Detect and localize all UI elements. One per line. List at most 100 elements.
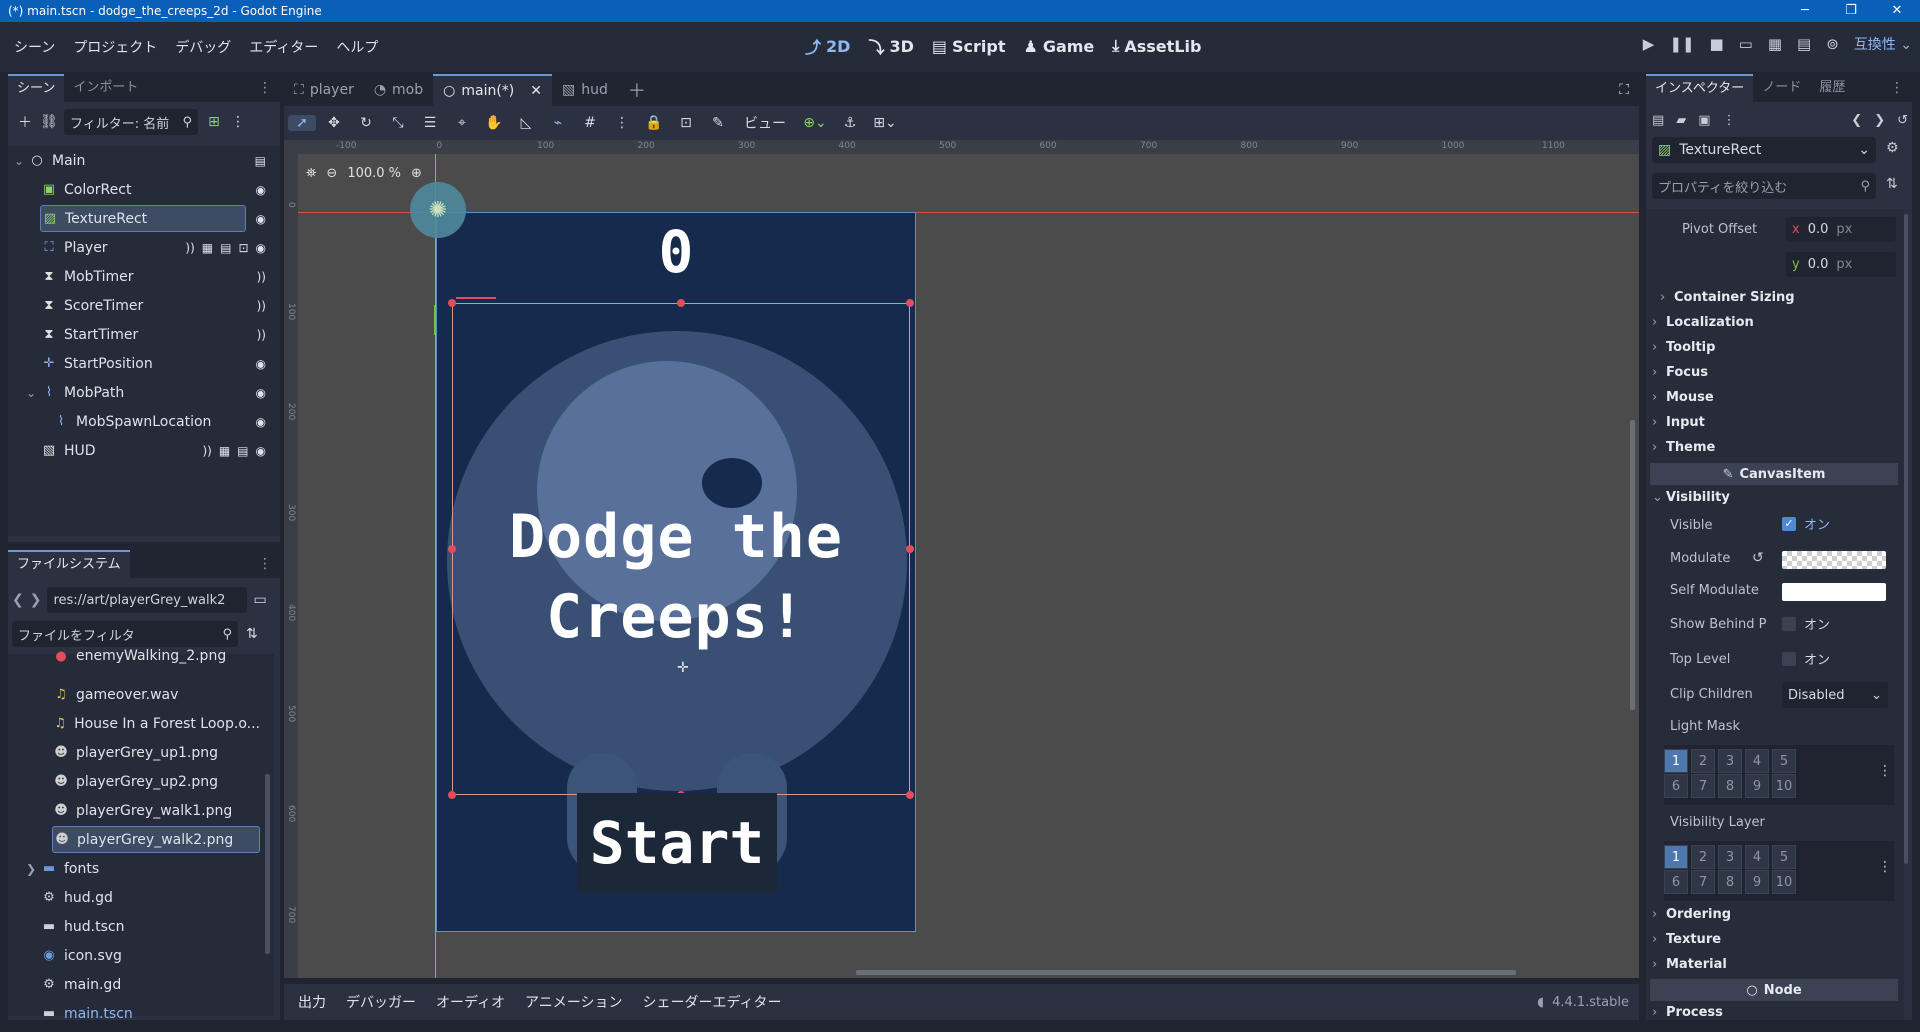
kebab-icon[interactable]: ⋮	[230, 114, 246, 130]
fs-item[interactable]: ◉ icon.svg	[26, 942, 260, 969]
inspector-section-ordering[interactable]: › Ordering	[1652, 902, 1920, 927]
layer-bit-cell[interactable]: 10	[1772, 774, 1796, 798]
x-gizmo-arrow[interactable]	[456, 297, 496, 299]
tab-mob[interactable]: ◔ mob	[364, 82, 433, 98]
layer-bit-cell[interactable]: 6	[1664, 774, 1688, 798]
canvas-viewport[interactable]: ⛯ ⊖ 100.0 % ⊕ ✺ 0 Dodge the Creeps! ✛ St…	[284, 140, 1639, 978]
forward-icon[interactable]: ❯	[1874, 113, 1885, 128]
scene-tree-item-mobspawnlocation[interactable]: ⌇ MobSpawnLocation	[14, 408, 276, 435]
start-button[interactable]: Start	[577, 793, 777, 893]
sort-icon[interactable]: ⇅	[246, 626, 258, 642]
anchor-icon[interactable]: ⚓	[836, 115, 864, 131]
fs-item[interactable]: ⚙ hud.gd	[26, 884, 260, 911]
scale-tool-icon[interactable]: ⤡	[384, 115, 412, 131]
inspector-section-process[interactable]: › Process	[1652, 1002, 1920, 1022]
menu-editor[interactable]: エディター	[240, 37, 327, 57]
layer-bit-cell[interactable]: 4	[1745, 749, 1769, 773]
inspector-section-mouse[interactable]: › Mouse	[1652, 385, 1920, 410]
tab-main[interactable]: ○ main(*) ✕	[433, 74, 552, 106]
viewport-hscrollbar[interactable]	[856, 970, 1516, 975]
layer-bit-cell[interactable]: 3	[1718, 845, 1742, 869]
chevron-down-icon[interactable]: ⌄	[14, 154, 28, 168]
self-modulate-color-swatch[interactable]	[1782, 583, 1886, 601]
selection-handle[interactable]	[448, 791, 456, 799]
group-icon[interactable]: ⊡	[672, 115, 700, 131]
view-menu[interactable]: ビュー	[736, 113, 794, 133]
fs-path-input[interactable]: res://art/playerGrey_walk2	[47, 587, 248, 613]
scene-filter-input[interactable]: フィルター: 名前 ⚲	[64, 109, 198, 135]
tab-import[interactable]: インポート	[64, 74, 147, 102]
scene-tree-item-main[interactable]: ⌄ ○ Main	[14, 147, 276, 174]
history-icon[interactable]: ↺	[1897, 113, 1908, 128]
modulate-color-swatch[interactable]	[1782, 551, 1886, 569]
back-icon[interactable]: ❮	[1851, 113, 1862, 128]
list-select-icon[interactable]: ☰	[416, 115, 444, 131]
fs-item[interactable]: ♫ House In a Forest Loop.o...	[52, 710, 260, 737]
visibility-icon[interactable]: ◉	[256, 183, 266, 197]
inspector-section-focus[interactable]: › Focus	[1652, 360, 1920, 385]
workspace-script[interactable]: ▤ Script	[932, 34, 1006, 58]
scene-icon[interactable]: ▦	[219, 444, 230, 458]
viewport-vscrollbar[interactable]	[1630, 420, 1635, 710]
scene-icon[interactable]: ▦	[202, 241, 213, 255]
smart-snap-icon[interactable]: ⌁	[544, 115, 572, 131]
fs-scrollbar[interactable]	[265, 774, 270, 954]
signal-icon[interactable]: ))	[185, 241, 194, 255]
layer-bit-cell[interactable]: 2	[1691, 845, 1715, 869]
menu-debug[interactable]: デバッグ	[166, 37, 240, 57]
tab-filesystem[interactable]: ファイルシステム	[8, 550, 130, 578]
stop-icon[interactable]: ■	[1709, 35, 1723, 53]
fs-filter-input[interactable]: ファイルをフィルタ ⚲	[12, 621, 238, 647]
menu-scene[interactable]: シーン	[5, 37, 64, 57]
layer-bit-cell[interactable]: 9	[1745, 870, 1769, 894]
layer-bit-cell[interactable]: 9	[1745, 774, 1769, 798]
remote-debug-icon[interactable]: ▭	[1739, 35, 1753, 53]
selection-handle[interactable]	[677, 299, 685, 307]
tab-player[interactable]: ⛶ player	[284, 82, 364, 98]
visibility-icon[interactable]: ◉	[256, 212, 266, 226]
kebab-icon[interactable]: ⋮	[1878, 859, 1892, 875]
kebab-icon[interactable]: ⋮	[1878, 763, 1892, 779]
signal-icon[interactable]: ))	[257, 299, 266, 313]
play-icon[interactable]: ▶	[1643, 35, 1655, 53]
layer-bit-cell[interactable]: 7	[1691, 870, 1715, 894]
script-icon[interactable]: ▤	[255, 154, 266, 168]
close-icon[interactable]: ✕	[530, 83, 542, 99]
scene-tree-item-colorrect[interactable]: ▣ ColorRect	[14, 176, 276, 203]
add-tab-icon[interactable]: ＋	[618, 77, 656, 103]
center-view-icon[interactable]: ⛯	[306, 166, 316, 181]
pivot-x-field[interactable]: x 0.0 px	[1786, 217, 1896, 242]
show-behind-checkbox[interactable]: オン	[1782, 614, 1830, 633]
layer-bit-cell[interactable]: 7	[1691, 774, 1715, 798]
pivot-y-field[interactable]: y 0.0 px	[1786, 252, 1896, 277]
attach-script-icon[interactable]: ⊞	[204, 114, 224, 130]
property-options-icon[interactable]: ⇅	[1886, 176, 1898, 192]
minimize-button[interactable]: ─	[1782, 0, 1828, 22]
kebab-icon[interactable]: ⋮	[258, 80, 272, 96]
tab-animation[interactable]: アニメーション	[517, 992, 630, 1012]
workspace-2d[interactable]: ⤴ 2D	[805, 34, 850, 58]
layer-bit-cell[interactable]: 8	[1718, 774, 1742, 798]
tab-shader-editor[interactable]: シェーダーエディター	[634, 992, 789, 1012]
back-icon[interactable]: ❮	[12, 592, 24, 608]
inspector-section-theme[interactable]: › Theme	[1652, 435, 1920, 460]
visibility-icon[interactable]: ◉	[256, 444, 266, 458]
inspector-section-container-sizing[interactable]: › Container Sizing	[1660, 285, 1920, 310]
visibility-icon[interactable]: ◉	[256, 415, 266, 429]
skeleton-icon[interactable]: ✎	[704, 115, 732, 131]
visibility-icon[interactable]: ◉	[256, 241, 266, 255]
play-scene-icon[interactable]: ▦	[1768, 35, 1782, 53]
pause-icon[interactable]: ❚❚	[1669, 35, 1694, 53]
scene-tree-item-texturerect[interactable]: ▨ TextureRect	[40, 205, 246, 232]
layer-bit-cell[interactable]: 5	[1772, 749, 1796, 773]
property-filter-input[interactable]: プロパティを絞り込む ⚲	[1652, 173, 1876, 199]
inspector-section-visibility[interactable]: ⌄ Visibility	[1652, 485, 1920, 510]
snap-options-icon[interactable]: ⋮	[608, 115, 636, 131]
signal-icon[interactable]: ))	[257, 328, 266, 342]
tab-inspector[interactable]: インスペクター	[1646, 74, 1754, 102]
script-icon[interactable]: ▤	[237, 444, 248, 458]
object-settings-icon[interactable]: ⚙	[1886, 140, 1899, 156]
signal-icon[interactable]: ))	[202, 444, 211, 458]
distraction-free-icon[interactable]: ⛶	[1619, 82, 1629, 98]
scene-tree-item-scoretimer[interactable]: ⧗ ScoreTimer	[14, 292, 276, 319]
